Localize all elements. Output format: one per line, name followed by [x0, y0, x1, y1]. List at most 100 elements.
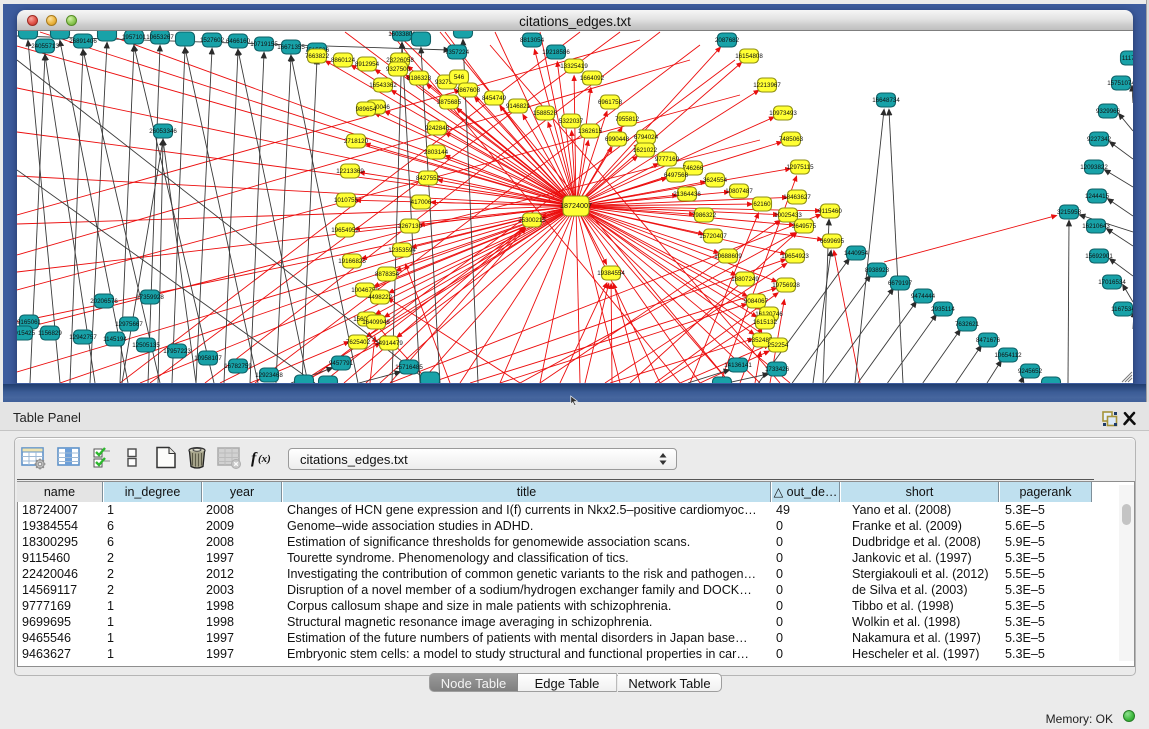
svg-text:10688609: 10688609: [714, 253, 742, 260]
svg-text:10025433: 10025433: [774, 212, 802, 219]
svg-text:1615132: 1615132: [753, 319, 778, 326]
svg-text:12923468: 12923468: [255, 372, 283, 379]
svg-text:10807487: 10807487: [725, 188, 753, 195]
svg-text:9146821: 9146821: [506, 103, 531, 110]
svg-text:9115460: 9115460: [818, 208, 842, 215]
svg-text:15720407: 15720407: [699, 233, 727, 240]
svg-text:2803144: 2803144: [424, 149, 449, 156]
svg-text:16409948: 16409948: [362, 319, 390, 326]
svg-text:9329966: 9329966: [1096, 108, 1121, 115]
svg-text:16154808: 16154808: [735, 53, 763, 60]
svg-text:8938923: 8938923: [865, 267, 890, 274]
svg-text:8878354: 8878354: [375, 271, 400, 278]
svg-text:546: 546: [454, 74, 465, 81]
svg-text:15751074: 15751074: [1107, 80, 1133, 87]
svg-text:9327500: 9327500: [386, 66, 411, 73]
svg-text:16210643: 16210643: [1082, 223, 1110, 230]
svg-text:3915425: 3915425: [17, 330, 36, 337]
svg-text:9777169: 9777169: [655, 156, 680, 163]
svg-text:2649575: 2649575: [792, 223, 817, 230]
svg-text:15716485: 15716485: [395, 364, 423, 371]
svg-text:62160: 62160: [753, 201, 771, 208]
svg-text:14914479: 14914479: [375, 340, 403, 347]
svg-text:6990448: 6990448: [605, 136, 630, 143]
svg-text:24055713: 24055713: [31, 43, 59, 50]
svg-text:16648734: 16648734: [872, 97, 900, 104]
svg-text:10958107: 10958107: [194, 355, 222, 362]
svg-text:7625402: 7625402: [346, 339, 371, 346]
svg-text:7632621: 7632621: [955, 321, 980, 328]
svg-text:12942757: 12942757: [69, 334, 97, 341]
svg-text:8186328: 8186328: [407, 75, 432, 82]
svg-text:8912954: 8912954: [355, 61, 380, 68]
svg-text:3215958: 3215958: [1057, 209, 1082, 216]
svg-text:10653267: 10653267: [146, 34, 174, 41]
svg-text:17016534: 17016534: [1098, 279, 1126, 286]
svg-text:2087682: 2087682: [715, 37, 740, 44]
svg-text:1156829: 1156829: [38, 330, 62, 337]
svg-text:1440954: 1440954: [844, 250, 869, 257]
svg-text:6699695: 6699695: [820, 238, 845, 245]
svg-text:3267130: 3267130: [398, 223, 423, 230]
svg-text:12975667: 12975667: [115, 321, 143, 328]
svg-text:8860124: 8860124: [331, 57, 356, 64]
svg-text:19166825: 19166825: [338, 258, 366, 265]
svg-text:1588520: 1588520: [533, 110, 558, 117]
svg-text:12093822: 12093822: [1080, 164, 1108, 171]
svg-text:8471676: 8471676: [976, 337, 1001, 344]
svg-text:6794024: 6794024: [634, 134, 659, 141]
svg-text:16671355: 16671355: [277, 44, 305, 51]
svg-text:9165061: 9165061: [17, 319, 42, 326]
svg-text:12353594: 12353594: [388, 247, 416, 254]
svg-text:19384554: 19384554: [597, 270, 625, 277]
svg-text:20206576: 20206576: [90, 298, 118, 305]
svg-text:989654: 989654: [356, 106, 377, 113]
svg-text:5322037: 5322037: [559, 118, 584, 125]
svg-text:15692901: 15692901: [1085, 253, 1113, 260]
svg-text:19756928: 19756928: [772, 282, 800, 289]
svg-text:16543362: 16543362: [369, 82, 397, 89]
svg-text:1167534: 1167534: [1111, 306, 1133, 313]
svg-text:7485063: 7485063: [779, 136, 804, 143]
svg-text:8454749: 8454749: [482, 95, 507, 102]
svg-text:12505135: 12505135: [132, 342, 160, 349]
svg-text:417006: 417006: [411, 199, 432, 206]
svg-text:252254: 252254: [768, 342, 789, 349]
svg-text:1010755: 1010755: [334, 197, 359, 204]
svg-text:19654923: 19654923: [781, 253, 809, 260]
svg-text:9242848: 9242848: [425, 125, 450, 132]
svg-text:9084067: 9084067: [744, 298, 769, 305]
svg-text:7663822: 7663822: [305, 53, 330, 60]
svg-text:4498222: 4498222: [368, 294, 393, 301]
svg-text:9457791: 9457791: [329, 360, 354, 367]
svg-text:9474444: 9474444: [911, 293, 936, 300]
svg-text:(x): (x): [258, 453, 271, 465]
svg-text:3875685: 3875685: [437, 99, 462, 106]
svg-text:14136141: 14136141: [724, 362, 752, 369]
svg-text:8427552: 8427552: [416, 175, 441, 182]
svg-text:26891406: 26891406: [69, 38, 97, 45]
svg-text:16782759: 16782759: [224, 363, 252, 370]
svg-text:7986322: 7986322: [692, 212, 717, 219]
svg-text:17359928: 17359928: [136, 294, 164, 301]
svg-text:12975115: 12975115: [786, 164, 814, 171]
svg-text:18807249: 18807249: [731, 276, 759, 283]
svg-text:19654952: 19654952: [331, 227, 359, 234]
svg-text:12213369: 12213369: [336, 168, 364, 175]
svg-text:17957223: 17957223: [163, 348, 191, 355]
svg-text:1527602: 1527602: [200, 37, 225, 44]
svg-text:7955812: 7955812: [615, 116, 640, 123]
svg-text:6497568: 6497568: [664, 172, 689, 179]
svg-text:1957101: 1957101: [122, 34, 147, 41]
svg-text:19218586: 19218586: [542, 49, 570, 56]
svg-text:1145194: 1145194: [103, 336, 127, 343]
svg-text:1362615: 1362615: [578, 128, 603, 135]
svg-text:2718120: 2718120: [344, 138, 369, 145]
svg-text:11174: 11174: [1122, 55, 1133, 62]
svg-text:9227342: 9227342: [1087, 136, 1112, 143]
svg-text:8813054: 8813054: [520, 37, 545, 44]
svg-text:3624554: 3624554: [703, 177, 728, 184]
svg-text:2867608: 2867608: [456, 87, 481, 94]
svg-text:6679197: 6679197: [888, 280, 913, 287]
svg-text:9245652: 9245652: [1018, 368, 1043, 375]
